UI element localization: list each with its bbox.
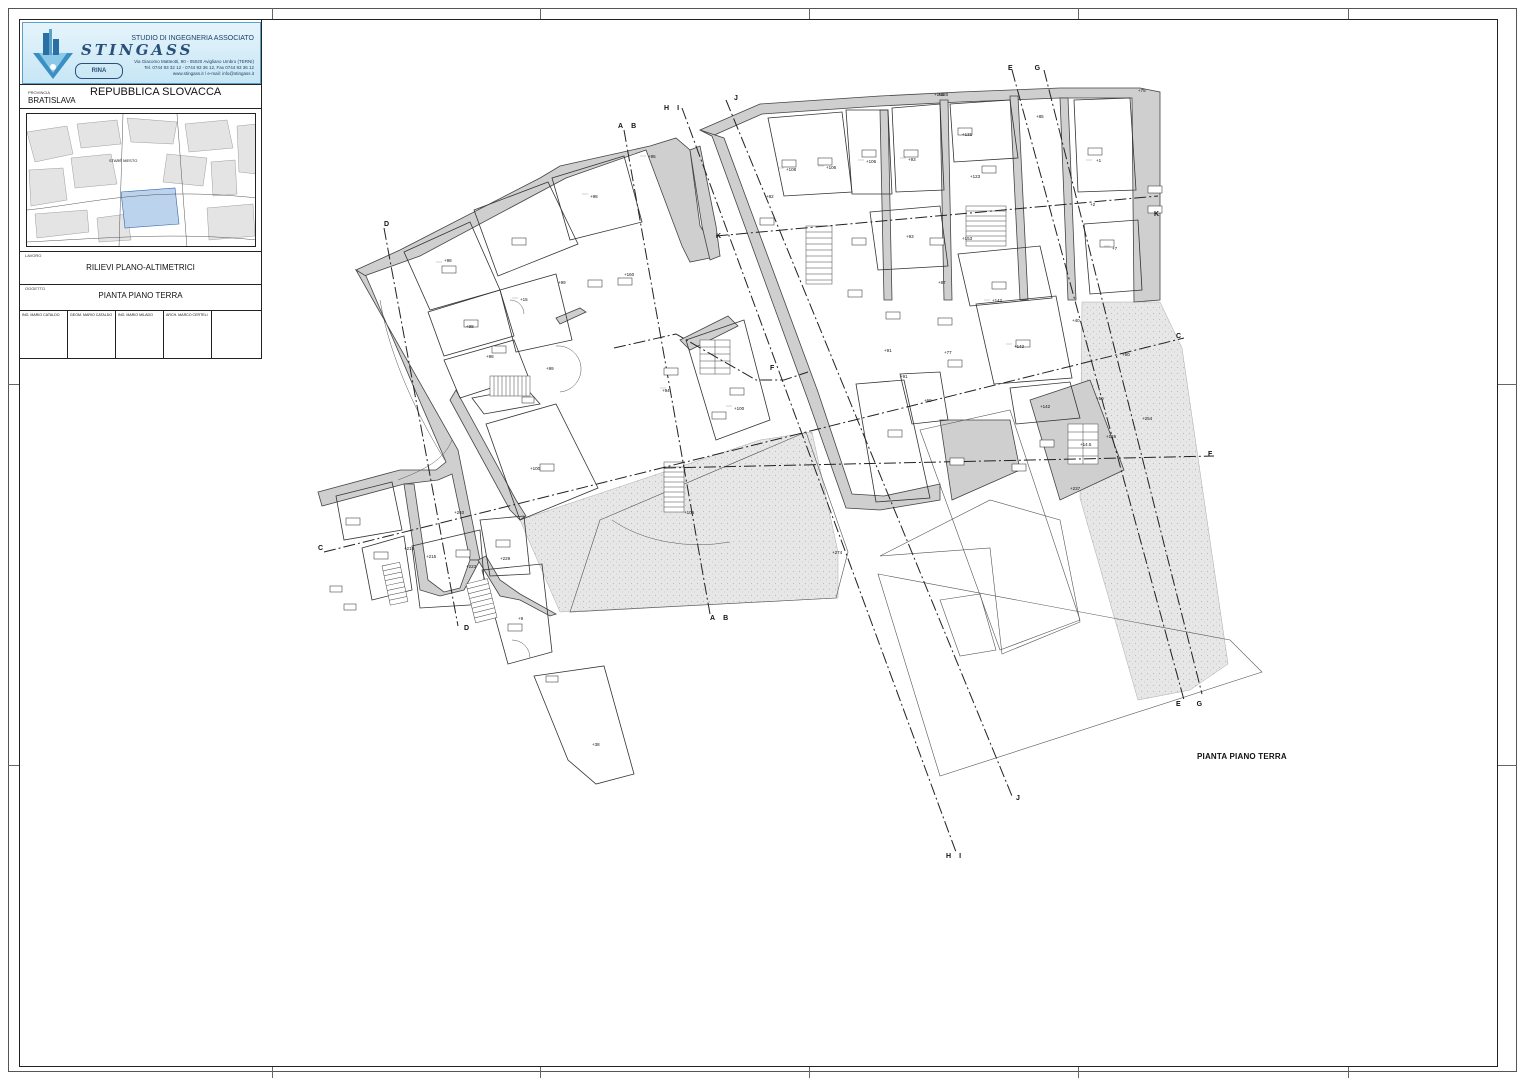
level-label: +120 <box>938 92 949 97</box>
level-label: +15 <box>520 297 528 302</box>
section-marker-D-top: D <box>384 221 389 228</box>
level-label: +123 <box>970 174 981 179</box>
level-label: +215 <box>426 554 437 559</box>
level-label: +2 <box>1090 202 1096 207</box>
section-marker-K-right: K <box>1154 211 1159 218</box>
level-label: +160 <box>624 272 635 277</box>
section-marker-F-right: F <box>1208 451 1213 458</box>
section-marker-A-B-bottom: AB <box>710 615 728 622</box>
level-label: +95 <box>648 154 656 159</box>
level-label: +99 <box>546 366 554 371</box>
level-label: +99 <box>558 280 566 285</box>
level-label: +100 <box>734 406 745 411</box>
level-label: +82 <box>766 194 774 199</box>
level-label: +87 <box>938 280 946 285</box>
level-label: +98 <box>486 354 494 359</box>
level-label: +91 <box>884 348 892 353</box>
section-marker-A-B-top: AB <box>618 123 636 130</box>
level-label: +40 <box>1072 318 1080 323</box>
level-label: +254 <box>1142 416 1153 421</box>
floor-plan: AB AB HI HI J J EG EG D D C C F F K K +9… <box>317 65 1263 860</box>
level-label: +14.5 <box>1080 442 1092 447</box>
level-label: +98 <box>590 194 598 199</box>
plan-title: PIANTA PIANO TERRA <box>1197 752 1287 761</box>
level-label: +131 <box>962 132 973 137</box>
level-label: +153 <box>962 236 973 241</box>
level-label: +126 <box>1106 434 1117 439</box>
level-label: +215 <box>404 546 415 551</box>
level-label: +142 <box>1040 404 1051 409</box>
level-label: +91 <box>900 374 908 379</box>
level-label: +223 <box>466 564 477 569</box>
section-marker-E-G-top: EG <box>1008 65 1041 72</box>
level-label: +85 <box>1036 114 1044 119</box>
level-label: +142 <box>992 298 1003 303</box>
level-label: +50 <box>1122 352 1130 357</box>
drawing-sheet: STINGASS STUDIO DI INGEGNERIA ASSOCIATO … <box>0 0 1527 1080</box>
level-label: +108 <box>786 167 797 172</box>
level-label: +93 <box>908 157 916 162</box>
level-label: +98 <box>466 324 474 329</box>
section-marker-J-top: J <box>734 95 738 102</box>
level-label: +100 <box>530 466 541 471</box>
level-label: +98 <box>444 258 452 263</box>
level-label: +106 <box>826 165 837 170</box>
level-label: +75 <box>1138 88 1146 93</box>
section-marker-H-I-bottom: HI <box>946 853 961 860</box>
level-label: +240 <box>454 510 465 515</box>
level-label: +1 <box>1096 158 1102 163</box>
level-label: +106 <box>684 510 695 515</box>
level-label: +237 <box>1070 486 1081 491</box>
level-label: +50 <box>1096 396 1104 401</box>
level-label: +274 <box>832 550 843 555</box>
level-label: +60 <box>924 398 932 403</box>
level-label: +9 <box>518 616 524 621</box>
section-marker-F-mid: F <box>770 365 775 372</box>
level-label: +77 <box>944 350 952 355</box>
level-label: +229 <box>500 556 511 561</box>
level-label: +93 <box>906 234 914 239</box>
level-label: +94 <box>662 388 670 393</box>
section-marker-H-I-top: HI <box>664 105 679 112</box>
level-label: +106 <box>866 159 877 164</box>
section-marker-C-right: C <box>1176 333 1181 340</box>
level-label: +38 <box>592 742 600 747</box>
section-marker-K-left: K <box>716 233 721 240</box>
section-marker-D-bottom: D <box>464 625 469 632</box>
section-marker-C-left: C <box>318 545 323 552</box>
level-label: +7 <box>1112 246 1118 251</box>
section-marker-J-bottom: J <box>1016 795 1020 802</box>
section-marker-E-G-bottom: EG <box>1176 701 1203 708</box>
level-label: +142 <box>1014 344 1025 349</box>
